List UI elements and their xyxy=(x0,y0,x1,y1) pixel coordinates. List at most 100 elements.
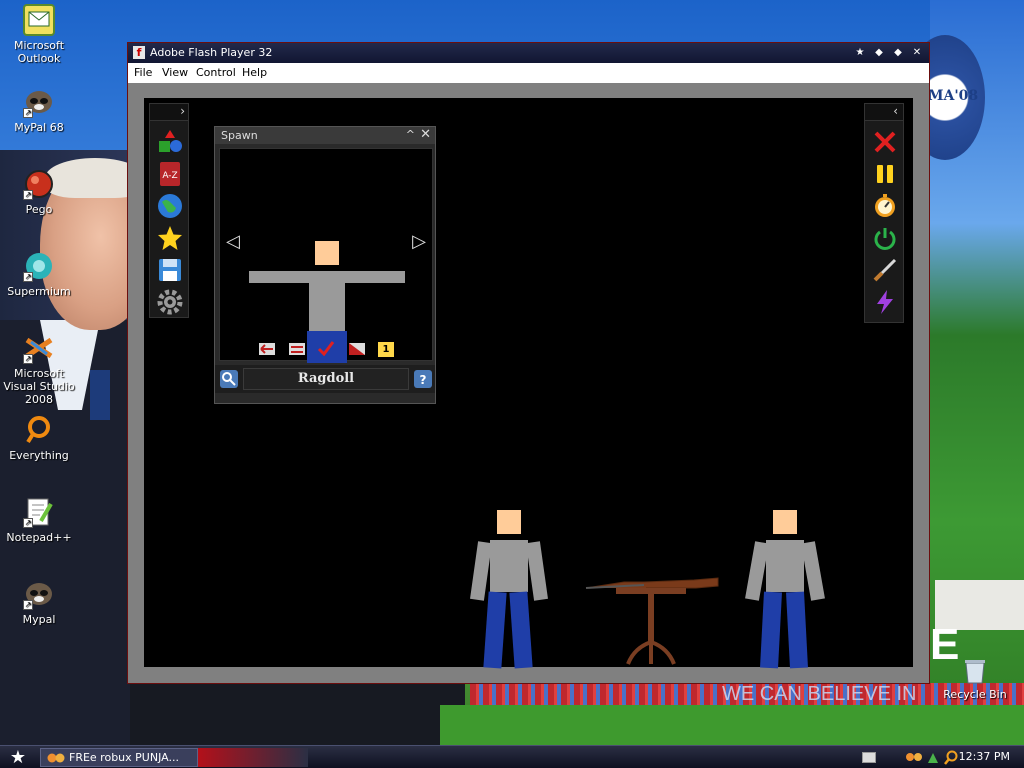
spawn-item-name: Ragdoll xyxy=(243,368,409,390)
a-z-icon[interactable]: A-Z xyxy=(156,160,184,188)
mypal-icon: ↗ xyxy=(23,86,55,118)
taskbar: ★ FREe robux PUNJA... 12:37 PM xyxy=(0,745,1024,768)
desktop-icon-label: Mypal xyxy=(22,613,56,626)
outlook-icon xyxy=(23,4,55,36)
checkmark-icon[interactable] xyxy=(317,340,335,357)
svg-text:A-Z: A-Z xyxy=(162,171,177,181)
table-with-shotgun[interactable] xyxy=(584,576,722,668)
ragdoll-leg-left xyxy=(483,591,507,669)
power-icon[interactable] xyxy=(871,224,899,252)
previous-arrow-icon[interactable]: ◁ xyxy=(226,231,240,252)
desktop-icon-label: Supermium xyxy=(7,285,71,298)
shapes-icon[interactable] xyxy=(156,128,184,156)
menu-help[interactable]: Help xyxy=(242,66,267,79)
spawn-panel-footer: Ragdoll ? xyxy=(215,365,435,393)
shortcut-arrow-icon: ↗ xyxy=(23,600,33,610)
keyboard-icon[interactable] xyxy=(862,752,876,763)
desktop-icon-mypal68[interactable]: ↗ MyPal 68 xyxy=(0,86,78,134)
taskbar-item[interactable]: FREe robux PUNJA... xyxy=(40,748,198,767)
close-icon[interactable]: ✕ xyxy=(420,127,431,142)
window-title: Adobe Flash Player 32 xyxy=(150,46,273,59)
ragdoll-torso xyxy=(309,271,345,331)
network-icon[interactable] xyxy=(926,751,940,765)
spawn-count-badge[interactable]: 1 xyxy=(378,342,394,357)
search-icon[interactable] xyxy=(944,750,958,765)
chevron-left-icon[interactable]: ‹ xyxy=(893,104,898,118)
start-button[interactable]: ★ xyxy=(6,748,30,767)
everything-icon xyxy=(23,414,55,446)
desktop-icon-supermium[interactable]: ↗ Supermium xyxy=(0,250,78,298)
settings-gear-icon[interactable] xyxy=(156,288,184,316)
ragdoll-leg-left xyxy=(760,591,782,669)
ragdoll-arm-right xyxy=(801,541,825,601)
wallpaper-lawn xyxy=(440,705,1024,745)
ragdoll-head xyxy=(315,241,339,265)
ragdoll-head xyxy=(773,510,797,534)
spawn-panel: Spawn ^ ✕ ◁ ▷ 1 Ragdoll ? xyxy=(214,126,436,404)
star-icon[interactable] xyxy=(156,224,184,252)
clock[interactable]: 12:37 PM xyxy=(959,750,1010,763)
left-panel-header: › xyxy=(150,104,188,121)
shortcut-arrow-icon: ↗ xyxy=(23,354,33,364)
desktop-icon-visual-studio[interactable]: ↗ Microsoft Visual Studio 2008 xyxy=(0,332,78,406)
flash-player-window[interactable]: f Adobe Flash Player 32 ★ ◆ ◆ ✕ File Vie… xyxy=(127,42,930,684)
desktop-icon-label: Microsoft Outlook xyxy=(13,39,65,65)
star-icon[interactable]: ★ xyxy=(852,45,868,60)
ragdoll-head xyxy=(497,510,521,534)
game-stage[interactable]: › A-Z Spawn ^ ✕ ◁ ▷ 1 Ragdoll ? ‹ xyxy=(144,98,913,669)
wallpaper-person-tie xyxy=(90,370,110,420)
visual-studio-icon: ↗ xyxy=(23,332,55,364)
shortcut-arrow-icon: ↗ xyxy=(23,272,33,282)
chevron-right-icon[interactable]: › xyxy=(180,104,185,118)
globe-icon[interactable] xyxy=(156,192,184,220)
recycle-bin-icon xyxy=(962,657,988,685)
diagonal-split-icon[interactable] xyxy=(348,342,366,356)
taskbar-highlight xyxy=(198,748,308,767)
desktop-icon-label: MyPal 68 xyxy=(14,121,64,134)
taskbar-item-label: FREe robux PUNJA... xyxy=(69,751,179,764)
stopwatch-icon[interactable] xyxy=(871,192,899,220)
mypal-icon: ↗ xyxy=(23,578,55,610)
svg-text:?: ? xyxy=(420,373,427,387)
menu-control[interactable]: Control xyxy=(196,66,236,79)
minimize-button[interactable]: ◆ xyxy=(871,45,887,60)
next-arrow-icon[interactable]: ▷ xyxy=(412,231,426,252)
pause-icon[interactable] xyxy=(871,160,899,188)
campaign-logo-text: MA'08 xyxy=(928,88,979,104)
spawn-preview: ◁ ▷ 1 xyxy=(219,148,433,363)
menu-view[interactable]: View xyxy=(162,66,188,79)
knife-icon[interactable] xyxy=(871,256,899,284)
tray-app-icon[interactable] xyxy=(906,751,922,764)
desktop-icon-pego[interactable]: ↗ Pego xyxy=(0,168,78,216)
desktop-icon-everything[interactable]: Everything xyxy=(0,414,78,462)
close-button[interactable]: ✕ xyxy=(909,45,925,60)
window-titlebar[interactable]: f Adobe Flash Player 32 ★ ◆ ◆ ✕ xyxy=(128,43,929,63)
system-tray: 12:37 PM xyxy=(856,747,1024,768)
help-icon[interactable]: ? xyxy=(413,369,433,389)
wallpaper-slogan: WE CAN BELIEVE IN xyxy=(722,683,917,705)
desktop-icon-label: Recycle Bin xyxy=(943,688,1007,701)
desktop-icon-recycle-bin[interactable]: Recycle Bin xyxy=(936,657,1014,701)
desktop-icon-label: Microsoft Visual Studio 2008 xyxy=(3,367,75,406)
notepadpp-icon: ↗ xyxy=(23,496,55,528)
supermium-icon: ↗ xyxy=(23,250,55,282)
lightning-icon[interactable] xyxy=(871,288,899,316)
window-controls: ★ ◆ ◆ ✕ xyxy=(852,45,925,61)
spawn-panel-header[interactable]: Spawn ^ ✕ xyxy=(215,127,435,144)
flip-left-icon[interactable] xyxy=(258,342,276,356)
swap-icon[interactable] xyxy=(288,342,306,356)
menu-file[interactable]: File xyxy=(134,66,152,79)
menu-bar: File View Control Help xyxy=(128,63,929,83)
desktop-icon-outlook[interactable]: Microsoft Outlook xyxy=(0,4,78,65)
right-panel-header: ‹ xyxy=(865,104,903,121)
maximize-button[interactable]: ◆ xyxy=(890,45,906,60)
save-icon[interactable] xyxy=(156,256,184,284)
chevron-up-icon[interactable]: ^ xyxy=(406,128,415,141)
pego-icon: ↗ xyxy=(23,168,55,200)
search-icon[interactable] xyxy=(219,369,239,389)
ragdoll-torso xyxy=(490,540,528,592)
desktop-icon-notepadpp[interactable]: ↗ Notepad++ xyxy=(0,496,78,544)
desktop-icon-mypal[interactable]: ↗ Mypal xyxy=(0,578,78,626)
desktop-icon-label: Notepad++ xyxy=(6,531,72,544)
delete-x-icon[interactable] xyxy=(871,128,899,156)
